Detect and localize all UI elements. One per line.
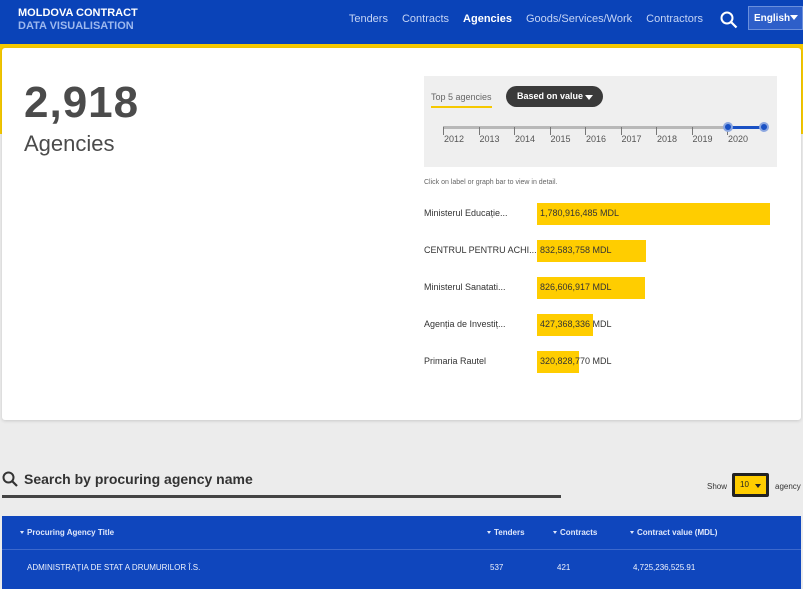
page-size-select[interactable]: 10 (732, 473, 769, 497)
agency-search-input[interactable]: Search by procuring agency name (24, 471, 253, 487)
chart-row[interactable]: Primaria Rautel 320,828,770 MDL (424, 351, 784, 373)
chart-value-label: 832,583,758 MDL (540, 245, 612, 255)
year-slider-start-handle[interactable] (723, 122, 733, 132)
filter-panel: Top 5 agencies Based on value 2012 2013 20… (424, 76, 777, 167)
search-icon[interactable] (720, 11, 738, 29)
main-nav: Tenders Contracts Agencies Goods/Service… (349, 13, 703, 25)
chart-row[interactable]: Ministerul Sanatati... 826,606,917 MDL (424, 277, 784, 299)
year-label-2017[interactable]: 2017 (617, 134, 647, 144)
tab-top-5-agencies[interactable]: Top 5 agencies (431, 92, 492, 108)
cell-contract-value: 4,725,236,525.91 (633, 563, 696, 572)
brand-subtitle: DATA VISUALISATION (18, 20, 134, 32)
chart-category-label[interactable]: Agenția de Investiț... (424, 319, 506, 329)
sort-icon (487, 531, 491, 535)
chart-hint: Click on label or graph bar to view in d… (424, 179, 558, 186)
chart-row[interactable]: CENTRUL PENTRU ACHI... 832,583,758 MDL (424, 240, 784, 262)
cell-agency-title[interactable]: ADMINISTRAȚIA DE STAT A DRUMURILOR Î.S. (27, 563, 200, 572)
year-label-2014[interactable]: 2014 (510, 134, 540, 144)
column-header-contract-value[interactable]: Contract value (MDL) (630, 528, 717, 537)
agency-count-label: Agencies (24, 131, 115, 156)
column-header-label: Contracts (560, 528, 598, 537)
year-label-2018[interactable]: 2018 (652, 134, 682, 144)
chart-category-label[interactable]: Ministerul Sanatati... (424, 282, 506, 292)
sort-dropdown[interactable]: Based on value (506, 86, 603, 107)
chart-value-label: 320,828,770 MDL (540, 356, 612, 366)
brand-title: MOLDOVA CONTRACT (18, 7, 138, 19)
year-label-2019[interactable]: 2019 (688, 134, 718, 144)
show-label: Show (707, 482, 728, 491)
nav-goods-services-work[interactable]: Goods/Services/Work (526, 13, 632, 25)
year-label-2020[interactable]: 2020 (723, 134, 753, 144)
year-label-2015[interactable]: 2015 (546, 134, 576, 144)
language-select[interactable]: English (748, 6, 803, 30)
column-header-label: Procuring Agency Title (27, 528, 115, 537)
year-label-2013[interactable]: 2013 (475, 134, 505, 144)
chart-category-label[interactable]: CENTRUL PENTRU ACHI... (424, 245, 537, 255)
sort-dropdown-label: Based on value (517, 91, 584, 101)
chart-category-label[interactable]: Primaria Rautel (424, 356, 486, 366)
chart-value-label: 826,606,917 MDL (540, 282, 612, 292)
column-header-label: Contract value (MDL) (637, 528, 718, 537)
cell-tenders: 537 (490, 563, 504, 572)
sort-icon (20, 531, 24, 535)
page-size-suffix: agency (775, 482, 801, 491)
brand-logo[interactable]: MOLDOVA CONTRACT DATA VISUALISATION (18, 7, 138, 33)
header-divider (2, 549, 801, 550)
chevron-down-icon (790, 15, 798, 20)
column-header-tenders[interactable]: Tenders (487, 528, 525, 537)
search-icon (2, 471, 18, 487)
search-underline (2, 495, 561, 498)
nav-tenders[interactable]: Tenders (349, 13, 388, 25)
chart-value-label: 427,368,336 MDL (540, 319, 612, 329)
year-label-2016[interactable]: 2016 (581, 134, 611, 144)
column-header-contracts[interactable]: Contracts (553, 528, 597, 537)
nav-agencies[interactable]: Agencies (463, 13, 512, 25)
top-navigation-bar: MOLDOVA CONTRACT DATA VISUALISATION Tend… (0, 0, 803, 44)
year-slider-end-handle[interactable] (759, 122, 769, 132)
nav-contracts[interactable]: Contracts (402, 13, 449, 25)
column-header-title[interactable]: Procuring Agency Title (20, 528, 114, 537)
chart-value-label: 1,780,916,485 MDL (540, 208, 620, 218)
chevron-down-icon (755, 484, 761, 488)
column-header-label: Tenders (494, 528, 525, 537)
sort-icon (630, 531, 634, 535)
sort-icon (553, 531, 557, 535)
agencies-table: Procuring Agency Title Tenders Contracts… (2, 516, 801, 589)
chart-row[interactable]: Agenția de Investiț... 427,368,336 MDL (424, 314, 784, 336)
year-slider-track[interactable] (443, 126, 763, 129)
cell-contracts: 421 (557, 563, 571, 572)
agencies-summary-card: 2,918 Agencies Top 5 agencies Based on v… (2, 48, 801, 420)
nav-contractors[interactable]: Contractors (646, 13, 703, 25)
page-size-value: 10 (740, 480, 749, 489)
agency-count: 2,918 (24, 78, 140, 127)
chevron-down-icon (585, 95, 593, 100)
language-value: English (754, 13, 791, 24)
chart-row[interactable]: Ministerul Educație... 1,780,916,485 MDL (424, 203, 784, 225)
chart-category-label[interactable]: Ministerul Educație... (424, 208, 508, 218)
year-label-2012[interactable]: 2012 (439, 134, 469, 144)
